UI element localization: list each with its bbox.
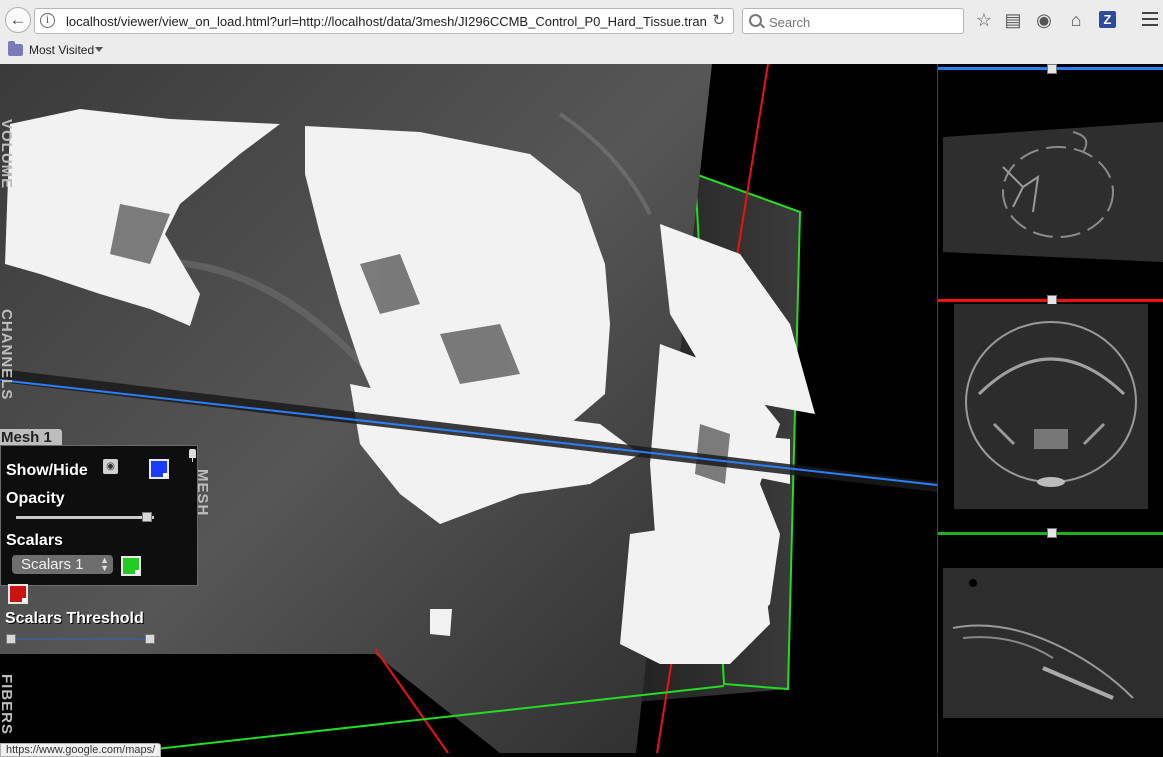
scalars-select[interactable]: Scalars 1 ▲ ▼ bbox=[12, 555, 113, 574]
bookmarks-toolbar: Most Visited bbox=[0, 40, 1163, 64]
viewer: VOLUME CHANNELS MESH FIBERS Mesh 1 Show/… bbox=[0, 64, 1163, 753]
zotero-icon[interactable]: Z bbox=[1099, 11, 1116, 28]
scalars-threshold-track[interactable] bbox=[8, 638, 154, 640]
select-arrows-icon: ▲ ▼ bbox=[100, 555, 109, 573]
browser-chrome: ← i localhost/viewer/view_on_load.html?u… bbox=[0, 0, 1163, 65]
search-input[interactable] bbox=[767, 12, 961, 32]
reload-icon[interactable]: ↻ bbox=[712, 11, 725, 29]
threshold-max-handle[interactable] bbox=[145, 634, 155, 644]
sagittal-slice-handle[interactable] bbox=[1047, 528, 1057, 538]
volume-tab[interactable]: VOLUME bbox=[0, 119, 15, 189]
axial-slice-handle[interactable] bbox=[1047, 64, 1057, 74]
pin-icon[interactable] bbox=[189, 449, 196, 462]
coronal-slice-view[interactable] bbox=[954, 304, 1148, 509]
most-visited-folder[interactable]: Most Visited bbox=[29, 43, 94, 57]
opacity-slider-handle[interactable] bbox=[142, 512, 153, 522]
search-box[interactable] bbox=[742, 8, 964, 34]
home-icon[interactable]: ⌂ bbox=[1065, 9, 1087, 31]
reading-list-icon[interactable]: ▤ bbox=[1002, 9, 1024, 31]
chevron-down-icon[interactable] bbox=[95, 47, 103, 52]
mesh-color-swatch[interactable] bbox=[149, 459, 169, 479]
url-text[interactable]: localhost/viewer/view_on_load.html?url=h… bbox=[66, 14, 706, 29]
status-link-tooltip: https://www.google.com/maps/ bbox=[0, 743, 162, 757]
folder-icon bbox=[8, 41, 23, 56]
fibers-tab[interactable]: FIBERS bbox=[0, 674, 15, 735]
scalars-select-value: Scalars 1 bbox=[21, 556, 84, 573]
opacity-slider-track[interactable] bbox=[16, 516, 154, 519]
mesh-control-panel: Show/Hide ◉ Opacity Scalars Scalars 1 ▲ ▼ bbox=[0, 445, 198, 586]
scalars-high-color-swatch[interactable] bbox=[121, 556, 141, 576]
bookmark-star-icon[interactable]: ☆ bbox=[973, 9, 995, 31]
scalars-low-color-swatch[interactable] bbox=[8, 584, 28, 604]
slice-views-column bbox=[937, 64, 1163, 753]
url-bar[interactable]: i localhost/viewer/view_on_load.html?url… bbox=[34, 8, 734, 34]
sagittal-slice-view[interactable] bbox=[943, 568, 1163, 718]
3d-render-view[interactable] bbox=[0, 64, 937, 753]
scalars-threshold-label: Scalars Threshold bbox=[5, 610, 144, 627]
navigation-toolbar: ← i localhost/viewer/view_on_load.html?u… bbox=[0, 0, 1163, 40]
eye-icon[interactable]: ◉ bbox=[103, 459, 118, 474]
info-icon[interactable]: i bbox=[40, 13, 55, 28]
menu-icon[interactable] bbox=[1142, 12, 1158, 26]
scalars-label: Scalars bbox=[6, 532, 63, 549]
channels-tab[interactable]: CHANNELS bbox=[0, 309, 15, 400]
search-icon bbox=[749, 14, 762, 27]
threshold-min-handle[interactable] bbox=[6, 634, 16, 644]
show-hide-label: Show/Hide bbox=[6, 462, 88, 479]
back-button[interactable]: ← bbox=[5, 7, 31, 33]
pocket-icon[interactable]: ◉ bbox=[1033, 9, 1055, 31]
opacity-label: Opacity bbox=[6, 490, 65, 507]
axial-slice-view[interactable] bbox=[943, 112, 1163, 264]
